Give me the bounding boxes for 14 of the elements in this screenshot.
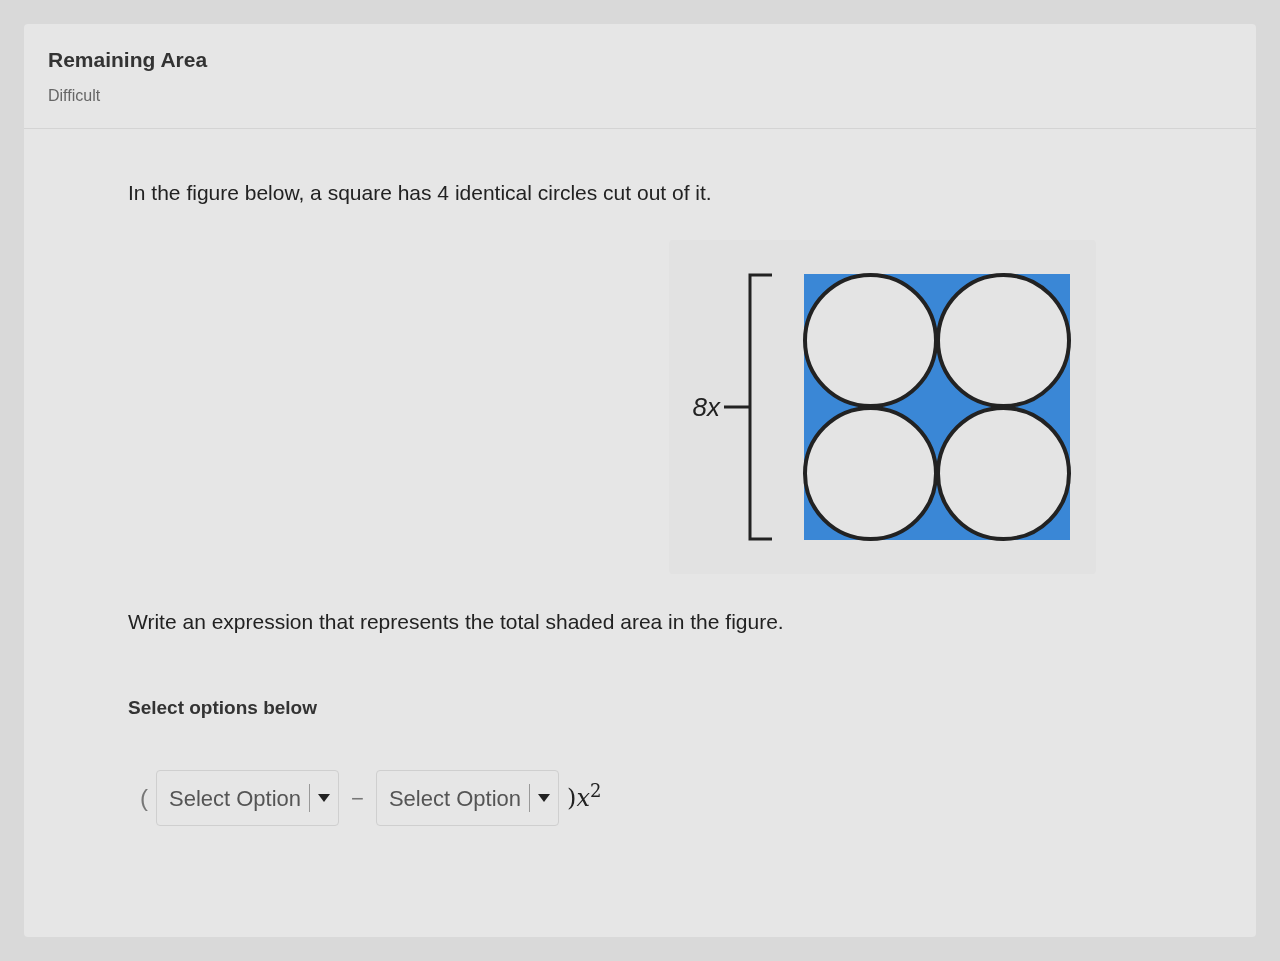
option-dropdown[interactable]: Select Option — [375, 770, 559, 826]
caret-icon — [538, 794, 550, 802]
minus-sign: − — [351, 784, 364, 813]
title: Remaining Area — [48, 47, 209, 73]
caret-icon — [318, 794, 331, 802]
open-parenthesis: ( — [140, 783, 148, 813]
difficulty-label: Difficult — [48, 85, 102, 106]
brace-icon — [724, 273, 774, 541]
close-parenthesis-exponent: )x$^{2}$ — [567, 780, 602, 814]
instruction-text: Select options below — [128, 695, 318, 720]
question-text: In the figure below, a square has 4 identical circles cut out of it. — [128, 179, 713, 206]
side-length-label: 8x — [692, 390, 720, 424]
prompt-text: Write an expression that represents the total shaded area in the figure. — [128, 609, 785, 635]
option-dropdown[interactable]: Select Option — [156, 770, 340, 826]
